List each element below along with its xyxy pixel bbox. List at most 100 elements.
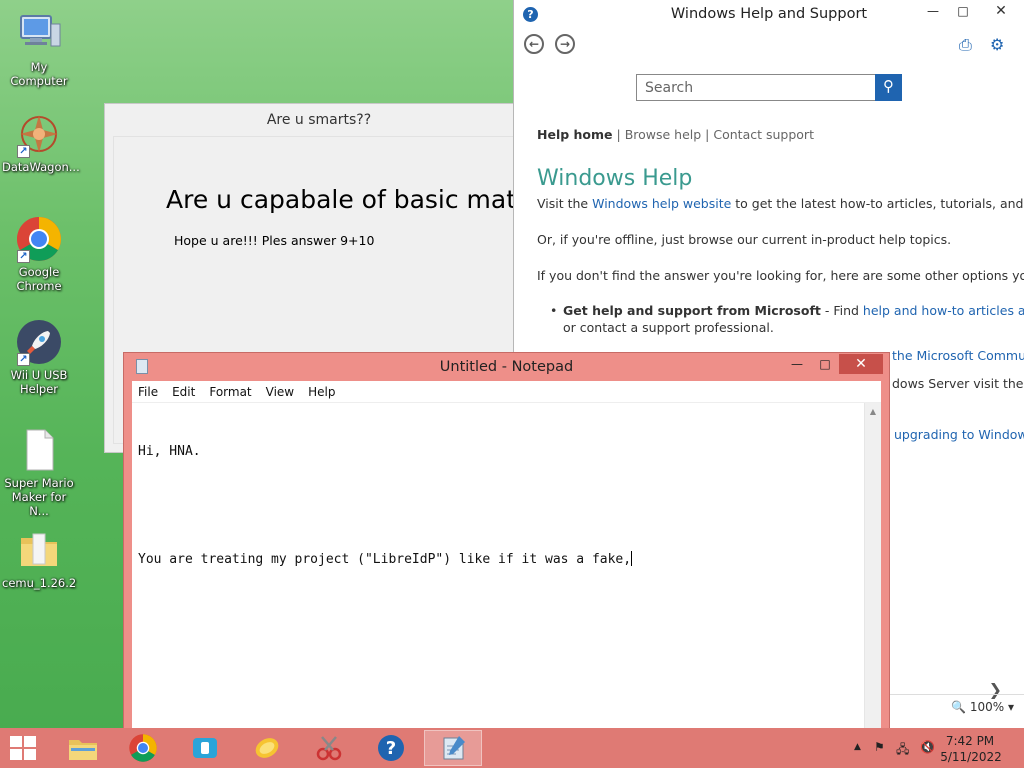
clock-time[interactable]: 7:42 PM — [940, 734, 1000, 748]
zoom-icon: 🔍 — [951, 700, 966, 714]
menu-help[interactable]: Help — [308, 385, 335, 399]
shortcut-arrow-icon: ↗ — [17, 250, 30, 263]
desktop-icon-datawagon[interactable]: ↗ DataWagon... — [0, 110, 80, 174]
taskbar-notepad[interactable] — [424, 730, 482, 766]
help-links-bar: Help home | Browse help | Contact suppor… — [537, 127, 814, 142]
zoom-control[interactable]: 🔍 100% ▾ — [951, 700, 1014, 714]
help-search-input[interactable] — [636, 74, 876, 101]
system-tray: ▲ ⚑ 🖧 🔇 7:42 PM 5/11/2022 — [844, 728, 1024, 768]
help-text: to get the latest how-to articles, tutor… — [735, 196, 1024, 211]
desktop-icon-super-mario-maker[interactable]: Super Mario Maker for N... — [0, 426, 78, 518]
desktop-icon-wii-u-usb-helper[interactable]: ↗ Wii U USB Helper — [0, 318, 78, 396]
menu-edit[interactable]: Edit — [172, 385, 195, 399]
help-text: Visit the — [537, 196, 593, 211]
chevron-down-icon: ▾ — [1007, 700, 1014, 714]
taskbar-help-support[interactable]: ? — [362, 730, 420, 766]
search-icon[interactable]: ⚲ — [875, 74, 902, 101]
wii-u-icon — [193, 738, 217, 758]
desktop-icon-chrome[interactable]: ↗ Google Chrome — [0, 215, 78, 293]
scroll-up-icon[interactable]: ▲ — [865, 407, 881, 416]
zoom-level: 100% — [969, 700, 1005, 714]
bullet-dot: • — [550, 303, 558, 318]
action-center-flag-icon[interactable]: ⚑ — [874, 740, 885, 754]
notepad-text-area[interactable]: Hi, HNA. You are treating my project ("L… — [132, 403, 864, 731]
desktop-icon-my-computer[interactable]: My Computer — [0, 10, 78, 88]
quiz-window-title: Are u smarts?? — [266, 112, 372, 128]
desktop-icon-label: Wii U USB Helper — [10, 368, 68, 396]
folder-icon — [15, 526, 63, 574]
browse-help-link[interactable]: Browse help — [625, 127, 702, 142]
contact-support-link[interactable]: Contact support — [713, 127, 814, 142]
taskbar-wii-u[interactable] — [176, 730, 234, 766]
desktop-icon-label: cemu_1.26.2 — [2, 576, 77, 590]
notepad-title: Untitled - Notepad — [439, 359, 574, 375]
datawagon-icon: ↗ — [15, 110, 63, 158]
tray-expand-icon[interactable]: ▲ — [854, 742, 861, 752]
volume-muted-icon[interactable]: 🔇 — [920, 740, 935, 754]
desktop-icon-label: DataWagon... — [2, 160, 80, 174]
back-arrow-icon[interactable]: ← — [524, 34, 544, 54]
forward-arrow-icon[interactable]: → — [555, 34, 575, 54]
help-text: - Find — [820, 303, 863, 318]
upgrading-link[interactable]: upgrading to Window — [894, 427, 1024, 442]
taskbar-explorer[interactable] — [54, 730, 112, 766]
scissors-icon — [316, 736, 342, 761]
maximize-button[interactable]: □ — [811, 354, 839, 374]
help-bullet-strong: Get help and support from Microsoft — [563, 303, 821, 318]
file-icon — [15, 426, 63, 474]
help-link-text[interactable]: the Microsoft Commu — [892, 348, 1024, 363]
help-paragraph: Visit the Windows help website to get th… — [537, 196, 1024, 211]
rocket-icon: ↗ — [15, 318, 63, 366]
windows-help-website-link[interactable]: Windows help website — [592, 196, 731, 211]
notepad-scrollbar[interactable]: ▲ — [864, 403, 881, 731]
text-caret — [631, 551, 633, 566]
minimize-button[interactable]: — — [918, 0, 948, 22]
maximize-button[interactable]: □ — [948, 0, 978, 22]
computer-icon — [15, 10, 63, 58]
help-bullet-1: Get help and support from Microsoft - Fi… — [563, 303, 1024, 318]
help-home-link[interactable]: Help home — [537, 127, 613, 142]
shortcut-arrow-icon: ↗ — [17, 145, 30, 158]
menu-view[interactable]: View — [266, 385, 294, 399]
lemon-icon — [255, 738, 279, 758]
minimize-button[interactable]: — — [783, 354, 811, 374]
start-button[interactable] — [10, 736, 36, 760]
menu-format[interactable]: Format — [209, 385, 251, 399]
taskbar: ? ▲ ⚑ 🖧 🔇 7:42 PM 5/11/2022 — [0, 728, 1024, 768]
taskbar-lemon-app[interactable] — [238, 730, 296, 766]
text-line: Hi, HNA. — [138, 444, 201, 459]
notepad-titlebar[interactable]: Untitled - Notepad — □ ✕ — [124, 353, 889, 381]
link-separator: | — [612, 127, 625, 142]
desktop-icon-cemu[interactable]: cemu_1.26.2 — [0, 526, 78, 590]
notepad-body: File Edit Format View Help Hi, HNA. You … — [132, 381, 881, 731]
help-bullet-3: dows Server visit the — [892, 376, 1024, 391]
print-icon[interactable]: ⎙ — [959, 35, 972, 55]
notepad-menubar: File Edit Format View Help — [132, 381, 881, 403]
svg-text:?: ? — [386, 738, 396, 759]
clock-date[interactable]: 5/11/2022 — [936, 750, 1006, 764]
desktop-icon-label: Google Chrome — [16, 265, 62, 293]
text-line: You are treating my project ("LibreIdP")… — [138, 552, 632, 567]
desktop-icon-label: Super Mario Maker for N... — [4, 476, 74, 518]
menu-file[interactable]: File — [138, 385, 158, 399]
gear-icon[interactable]: ⚙ — [990, 35, 1004, 54]
help-bullet-1-line2: or contact a support professional. — [563, 320, 774, 335]
close-button[interactable]: ✕ — [978, 0, 1024, 22]
quiz-window-titlebar[interactable]: Are u smarts?? — [105, 104, 533, 136]
shortcut-arrow-icon: ↗ — [17, 353, 30, 366]
microsoft-community-link[interactable]: the Microsoft Commu — [892, 348, 1024, 363]
text-line — [138, 497, 858, 515]
help-articles-link[interactable]: help and how-to articles and vi — [863, 303, 1024, 318]
taskbar-chrome[interactable] — [114, 730, 172, 766]
quiz-heading: Are u capabale of basic mat — [166, 185, 517, 214]
network-icon[interactable]: 🖧 — [896, 740, 909, 761]
chrome-icon: ↗ — [15, 215, 63, 263]
close-button[interactable]: ✕ — [839, 354, 883, 374]
help-link-text[interactable]: upgrading to Window — [894, 427, 1024, 442]
quiz-subtext: Hope u are!!! Ples answer 9+10 — [174, 233, 375, 248]
scroll-right-icon[interactable]: ❯ — [989, 680, 1002, 699]
help-heading: Windows Help — [537, 166, 693, 191]
taskbar-snipping-tool[interactable] — [300, 730, 358, 766]
help-window-titlebar[interactable]: ? Windows Help and Support — □ ✕ — [514, 0, 1024, 30]
file-explorer-icon — [69, 740, 97, 760]
